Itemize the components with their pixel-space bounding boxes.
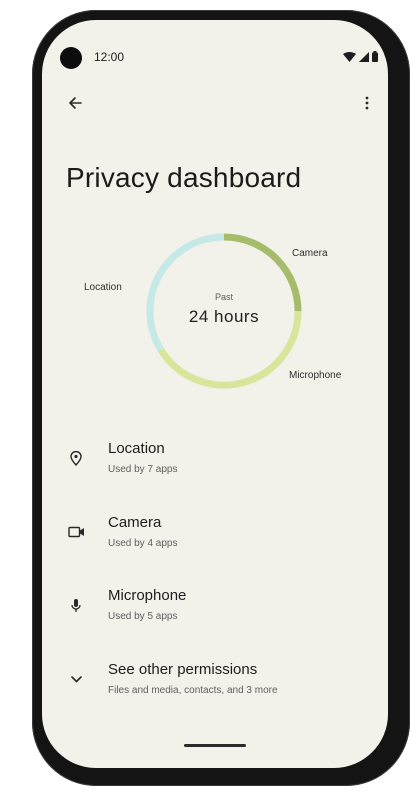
signal-icon [359, 51, 369, 62]
camera-segment-label: Camera [292, 248, 328, 259]
permission-item-microphone[interactable]: Microphone Used by 5 apps [42, 587, 388, 643]
permission-item-camera[interactable]: Camera Used by 4 apps [42, 514, 388, 570]
location-pin-icon [64, 446, 88, 470]
more-vert-icon [365, 96, 369, 110]
phone-screen: 12:00 Privacy dashboard Past 24 hours Lo… [42, 20, 388, 768]
chart-center-caption: Past [214, 292, 233, 302]
videocam-icon [64, 520, 88, 544]
gesture-home-bar[interactable] [184, 744, 246, 747]
permission-title: Camera [108, 514, 162, 531]
chevron-down-icon [64, 667, 88, 691]
more-options-button[interactable] [354, 90, 380, 116]
permission-item-see-other[interactable]: See other permissions Files and media, c… [42, 661, 388, 717]
battery-icon [372, 51, 378, 62]
permission-title: See other permissions [108, 661, 258, 678]
permission-item-location[interactable]: Location Used by 7 apps [42, 440, 388, 496]
chart-center-value: 24 hours [188, 307, 260, 326]
mic-icon [64, 593, 88, 617]
permission-subtitle: Used by 5 apps [108, 611, 178, 622]
page-title: Privacy dashboard [66, 162, 302, 193]
permission-subtitle: Used by 7 apps [108, 464, 178, 475]
front-camera-cutout [60, 47, 82, 69]
status-icons [343, 51, 378, 62]
permission-subtitle: Used by 4 apps [108, 538, 178, 549]
permission-title: Location [108, 440, 165, 457]
microphone-segment-label: Microphone [289, 370, 342, 381]
permission-title: Microphone [108, 587, 187, 604]
phone-frame: 12:00 Privacy dashboard Past 24 hours Lo… [32, 10, 410, 786]
back-button[interactable] [62, 90, 88, 116]
arrow-back-icon [69, 97, 82, 109]
wifi-icon [343, 51, 356, 62]
status-clock: 12:00 [94, 50, 125, 64]
permission-subtitle: Files and media, contacts, and 3 more [108, 685, 278, 696]
location-segment-label: Location [84, 282, 122, 293]
